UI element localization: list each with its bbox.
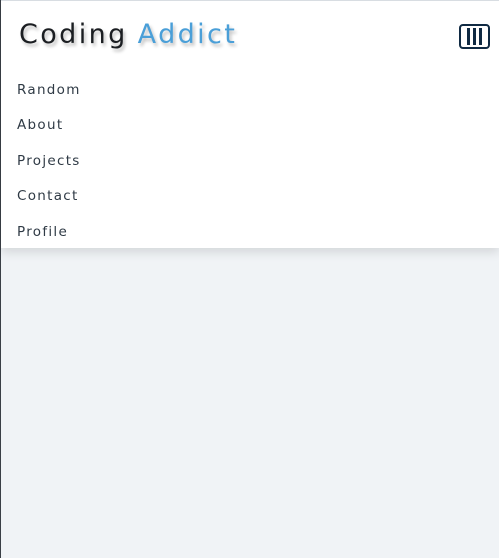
- bars-icon: [473, 28, 476, 45]
- brand-word-coding: Coding: [19, 19, 128, 50]
- nav-link-about[interactable]: About: [17, 108, 81, 143]
- brand-word-addict: Addict: [137, 19, 238, 50]
- navbar: Coding Addict Random About Projects Conta…: [1, 0, 499, 248]
- bars-icon: [479, 28, 482, 45]
- nav-link-profile[interactable]: Profile: [17, 215, 81, 250]
- nav-link-projects[interactable]: Projects: [17, 144, 81, 179]
- nav-toggle-button[interactable]: [459, 24, 490, 49]
- nav-link-random[interactable]: Random: [17, 73, 81, 108]
- nav-links: Random About Projects Contact Profile: [17, 73, 81, 250]
- brand-logo[interactable]: Coding Addict: [19, 15, 237, 55]
- nav-link-contact[interactable]: Contact: [17, 179, 81, 214]
- bars-icon: [467, 28, 470, 45]
